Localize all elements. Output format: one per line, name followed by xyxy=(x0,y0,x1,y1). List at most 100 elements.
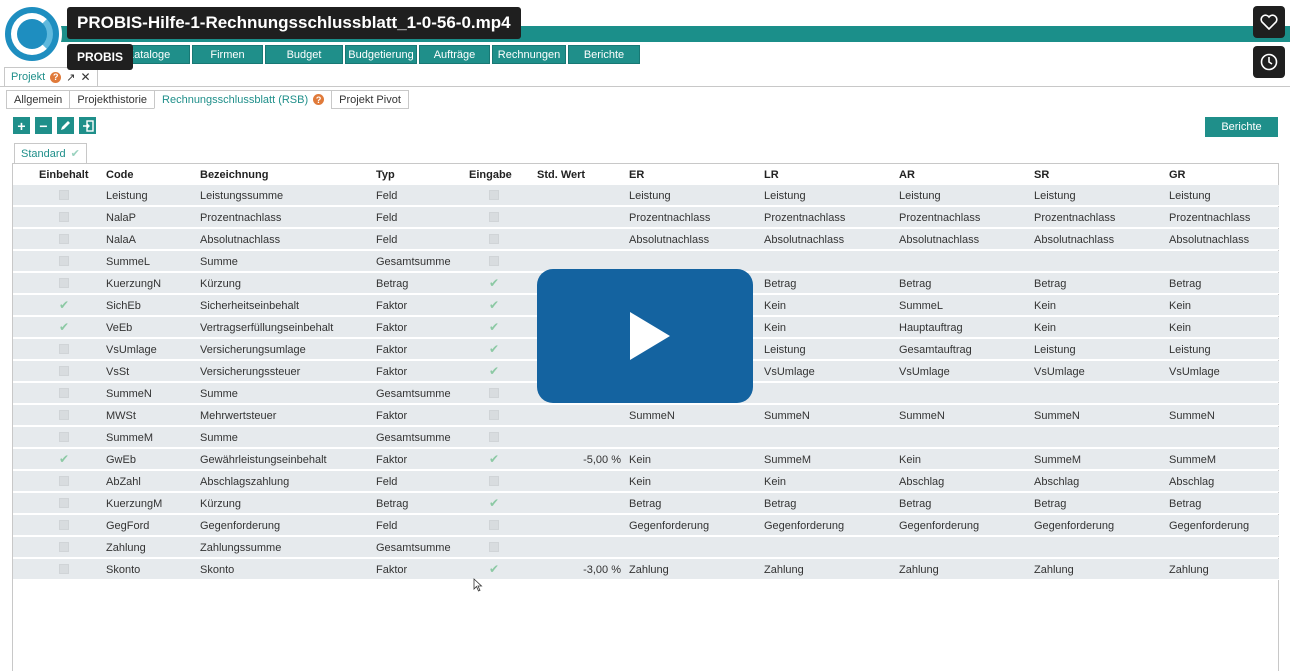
col-sr[interactable]: SR xyxy=(1034,169,1049,181)
nav-rechnungen[interactable]: Rechnungen xyxy=(492,45,566,64)
close-icon[interactable]: ✕ xyxy=(80,70,90,84)
nav-auftraege[interactable]: Aufträge xyxy=(419,45,490,64)
einbehalt-checkbox[interactable] xyxy=(59,388,69,398)
einbehalt-checkbox[interactable] xyxy=(59,234,69,244)
cell-typ: Feld xyxy=(376,234,398,246)
eingabe-checkbox[interactable] xyxy=(489,410,499,420)
tab-projekt-pivot[interactable]: Projekt Pivot xyxy=(331,90,409,109)
heart-icon[interactable] xyxy=(1253,6,1285,38)
cell-std-wert: -3,00 % xyxy=(583,564,621,576)
eingabe-checkbox[interactable]: ✔ xyxy=(489,343,499,355)
cell-gr: Betrag xyxy=(1169,278,1202,290)
table-row[interactable]: SummeM Summe Gesamtsumme xyxy=(13,427,1279,448)
eingabe-checkbox[interactable] xyxy=(489,520,499,530)
col-einbehalt[interactable]: Einbehalt xyxy=(39,169,89,181)
table-row[interactable]: GegFord Gegenforderung Feld Gegenforderung G… xyxy=(13,515,1279,536)
cell-sr: VsUmlage xyxy=(1034,366,1085,378)
einbehalt-checkbox[interactable] xyxy=(59,498,69,508)
remove-icon[interactable]: − xyxy=(35,117,52,134)
cell-lr: VsUmlage xyxy=(764,366,815,378)
nav-berichte[interactable]: Berichte xyxy=(568,45,640,64)
col-lr[interactable]: LR xyxy=(764,169,779,181)
einbehalt-checkbox[interactable]: ✔ xyxy=(59,453,69,465)
col-typ[interactable]: Typ xyxy=(376,169,395,181)
play-button[interactable] xyxy=(537,269,753,403)
nav-budgetierung[interactable]: Budgetierung xyxy=(345,45,417,64)
cell-bezeichnung: Zahlungssumme xyxy=(200,542,282,554)
table-row[interactable]: KuerzungM Kürzung Betrag Betrag Betrag Betrag… xyxy=(13,493,1279,514)
col-ar[interactable]: AR xyxy=(899,169,915,181)
eingabe-checkbox[interactable]: ✔ xyxy=(489,497,499,509)
table-row[interactable]: Skonto Skonto Faktor Zahlung Zahlung Zahlung Z… xyxy=(13,559,1279,580)
eingabe-checkbox[interactable] xyxy=(489,212,499,222)
einbehalt-checkbox[interactable] xyxy=(59,278,69,288)
col-code[interactable]: Code xyxy=(106,169,134,181)
col-gr[interactable]: GR xyxy=(1169,169,1186,181)
cell-gr: Gegenforderung xyxy=(1169,520,1250,532)
einbehalt-checkbox[interactable] xyxy=(59,410,69,420)
cell-sr: Betrag xyxy=(1034,278,1067,290)
eingabe-checkbox[interactable]: ✔ xyxy=(489,563,499,575)
einbehalt-checkbox[interactable] xyxy=(59,366,69,376)
cell-sr: Gegenforderung xyxy=(1034,520,1115,532)
cell-bezeichnung: Mehrwertsteuer xyxy=(200,410,277,422)
einbehalt-checkbox[interactable] xyxy=(59,476,69,486)
eingabe-checkbox[interactable]: ✔ xyxy=(489,365,499,377)
cell-sr: Kein xyxy=(1034,300,1057,312)
view-tab-standard[interactable]: Standard ✔ xyxy=(14,143,87,163)
eingabe-checkbox[interactable]: ✔ xyxy=(489,321,499,333)
cell-sr: Betrag xyxy=(1034,498,1067,510)
open-external-icon[interactable]: ↗ xyxy=(66,71,75,84)
eingabe-checkbox[interactable]: ✔ xyxy=(489,277,499,289)
clock-icon[interactable] xyxy=(1253,46,1285,78)
help-icon[interactable]: ? xyxy=(50,71,62,83)
tab-allgemein[interactable]: Allgemein xyxy=(6,90,71,109)
tab-rechnungsschlussblatt[interactable]: Rechnungsschlussblatt (RSB)? xyxy=(154,90,333,109)
tab-label: Allgemein xyxy=(14,93,63,106)
eingabe-checkbox[interactable]: ✔ xyxy=(489,453,499,465)
eingabe-checkbox[interactable] xyxy=(489,476,499,486)
eingabe-checkbox[interactable] xyxy=(489,542,499,552)
einbehalt-checkbox[interactable]: ✔ xyxy=(59,299,69,311)
einbehalt-checkbox[interactable] xyxy=(59,190,69,200)
table-row[interactable]: NalaP Prozentnachlass Feld Prozentnachlass P… xyxy=(13,207,1279,228)
cell-lr: Kein xyxy=(764,476,787,488)
col-std-wert[interactable]: Std. Wert xyxy=(537,169,585,181)
cell-sr: Leistung xyxy=(1034,190,1076,202)
col-bezeichnung[interactable]: Bezeichnung xyxy=(200,169,268,181)
import-icon[interactable] xyxy=(79,117,96,134)
berichte-button[interactable]: Berichte xyxy=(1205,117,1278,137)
einbehalt-checkbox[interactable] xyxy=(59,432,69,442)
nav-budget[interactable]: Budget xyxy=(265,45,343,64)
eingabe-checkbox[interactable] xyxy=(489,432,499,442)
eingabe-checkbox[interactable] xyxy=(489,388,499,398)
cell-gr: Kein xyxy=(1169,322,1192,334)
add-icon[interactable]: + xyxy=(13,117,30,134)
cell-sr: SummeN xyxy=(1034,410,1080,422)
table-row[interactable]: Leistung Leistungssumme Feld Leistung Leistu… xyxy=(13,185,1279,206)
einbehalt-checkbox[interactable] xyxy=(59,542,69,552)
table-row[interactable]: ✔ GwEb Gewährleistungseinbehalt Faktor Kein S… xyxy=(13,449,1279,470)
help-icon[interactable]: ? xyxy=(313,94,325,105)
video-channel[interactable]: PROBIS xyxy=(67,44,134,70)
einbehalt-checkbox[interactable] xyxy=(59,256,69,266)
col-eingabe[interactable]: Eingabe xyxy=(469,169,512,181)
eingabe-checkbox[interactable]: ✔ xyxy=(489,299,499,311)
eingabe-checkbox[interactable] xyxy=(489,256,499,266)
table-row[interactable]: AbZahl Abschlagszahlung Feld Kein Kein Abschl… xyxy=(13,471,1279,492)
einbehalt-checkbox[interactable]: ✔ xyxy=(59,321,69,333)
einbehalt-checkbox[interactable] xyxy=(59,564,69,574)
table-row[interactable]: Zahlung Zahlungssumme Gesamtsumme xyxy=(13,537,1279,558)
col-er[interactable]: ER xyxy=(629,169,644,181)
cell-sr: Absolutnachlass xyxy=(1034,234,1115,246)
table-row[interactable]: MWSt Mehrwertsteuer Faktor SummeN SummeN Summ… xyxy=(13,405,1279,426)
tab-projekthistorie[interactable]: Projekthistorie xyxy=(69,90,156,109)
table-row[interactable]: NalaA Absolutnachlass Feld Absolutnachlass A… xyxy=(13,229,1279,250)
edit-icon[interactable] xyxy=(57,117,74,134)
eingabe-checkbox[interactable] xyxy=(489,190,499,200)
nav-firmen[interactable]: Firmen xyxy=(192,45,263,64)
eingabe-checkbox[interactable] xyxy=(489,234,499,244)
einbehalt-checkbox[interactable] xyxy=(59,212,69,222)
einbehalt-checkbox[interactable] xyxy=(59,344,69,354)
einbehalt-checkbox[interactable] xyxy=(59,520,69,530)
